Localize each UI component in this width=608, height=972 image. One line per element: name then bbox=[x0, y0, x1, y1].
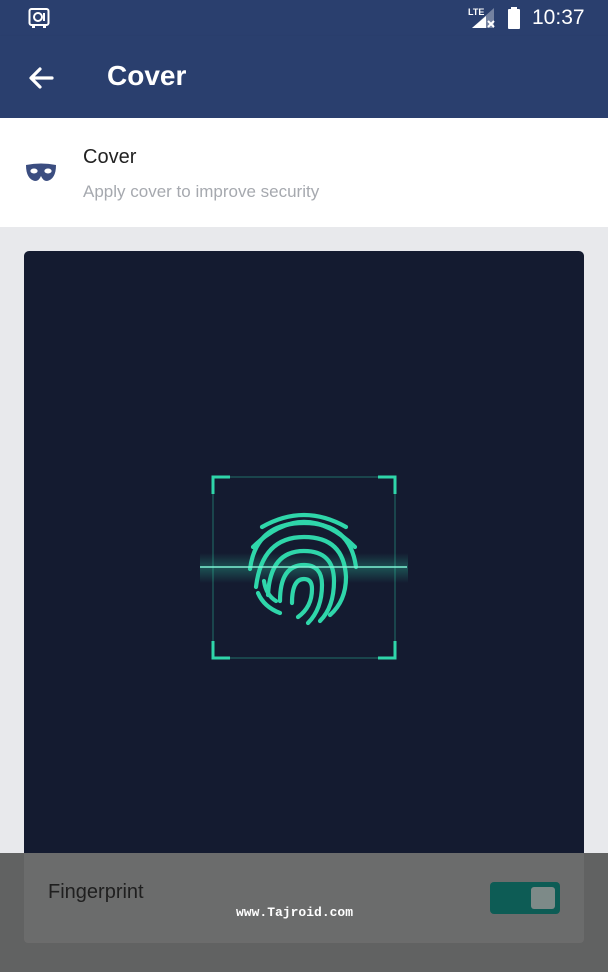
bottom-overlay: Fingerprint www.Tajroid.com bbox=[0, 853, 608, 972]
back-button[interactable] bbox=[22, 58, 62, 98]
fingerprint-toggle[interactable] bbox=[490, 882, 560, 914]
cover-preview bbox=[24, 251, 584, 941]
lte-signal-icon: LTE bbox=[468, 7, 495, 28]
clock: 10:37 bbox=[532, 6, 585, 29]
cover-setting-row[interactable]: Cover Apply cover to improve security bbox=[0, 118, 608, 227]
cover-setting-subtitle: Apply cover to improve security bbox=[83, 182, 320, 201]
mask-icon bbox=[26, 163, 56, 181]
cover-setting-title: Cover bbox=[83, 146, 137, 168]
page-title: Cover bbox=[107, 60, 187, 91]
fingerprint-label: Fingerprint bbox=[48, 881, 144, 903]
toggle-knob bbox=[531, 887, 555, 909]
status-bar: LTE 10:37 bbox=[0, 0, 608, 36]
fingerprint-scan-icon bbox=[200, 475, 408, 660]
watermark: www.Tajroid.com bbox=[236, 905, 354, 920]
vault-icon bbox=[28, 8, 50, 28]
app-bar: Cover bbox=[0, 36, 608, 118]
battery-icon bbox=[508, 7, 520, 29]
svg-text:LTE: LTE bbox=[468, 7, 484, 17]
